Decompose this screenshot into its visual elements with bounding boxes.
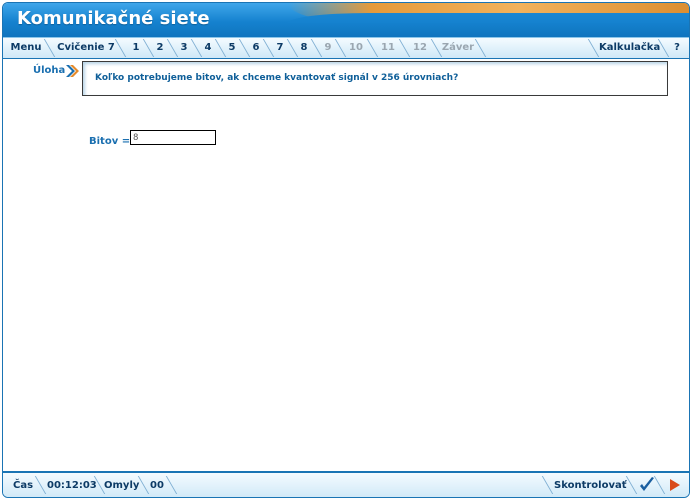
app-title: Komunikačné siete	[17, 8, 210, 29]
time-label: Čas	[13, 480, 34, 491]
check-button[interactable]: Skontrolovať	[554, 478, 627, 494]
bits-label: Bitov =	[89, 136, 131, 147]
tab-exercise[interactable]: Cvičenie 7	[56, 38, 116, 58]
task-box: Koľko potrebujeme bitov, ak chceme kvant…	[82, 61, 668, 96]
tab-step-3[interactable]: 3	[175, 38, 193, 58]
tab-step-5[interactable]: 5	[223, 38, 241, 58]
bits-input[interactable]	[130, 130, 216, 145]
tab-step-7[interactable]: 7	[271, 38, 289, 58]
tab-step-4[interactable]: 4	[199, 38, 217, 58]
task-question: Koľko potrebujeme bitov, ak chceme kvant…	[95, 73, 459, 83]
tab-step-6[interactable]: 6	[247, 38, 265, 58]
time-value: 00:12:03	[47, 480, 97, 491]
status-bar: Čas 00:12:03 Omyly 00 Skontrolovať	[3, 471, 689, 497]
menu-button[interactable]: Menu	[7, 38, 45, 58]
calculator-button[interactable]: Kalkulačka	[599, 38, 660, 58]
errors-value: 00	[150, 480, 164, 491]
tab-step-11: 11	[381, 42, 395, 53]
tab-step-10: 10	[349, 42, 363, 53]
tab-step-1[interactable]: 1	[127, 38, 145, 58]
nav-bar: Menu Cvičenie 7 1 2 3 4 5 6 7 8 9 10 11 12 Záver Kal…	[3, 37, 689, 59]
tab-step-9: 9	[324, 42, 332, 53]
next-arrow-icon[interactable]	[665, 475, 685, 495]
app-window: Komunikačné siete Menu Cvičenie 7 123456…	[2, 2, 690, 498]
title-bar: Komunikačné siete	[3, 3, 689, 37]
task-label: Úloha	[33, 65, 66, 76]
tab-step-8[interactable]: 8	[295, 38, 313, 58]
double-chevron-right-icon	[66, 65, 79, 77]
errors-label: Omyly	[104, 480, 140, 491]
tab-step-2[interactable]: 2	[151, 38, 169, 58]
tab-step-12: 12	[413, 42, 427, 53]
help-button[interactable]: ?	[670, 38, 684, 58]
tab-step-záver: Záver	[441, 42, 475, 53]
